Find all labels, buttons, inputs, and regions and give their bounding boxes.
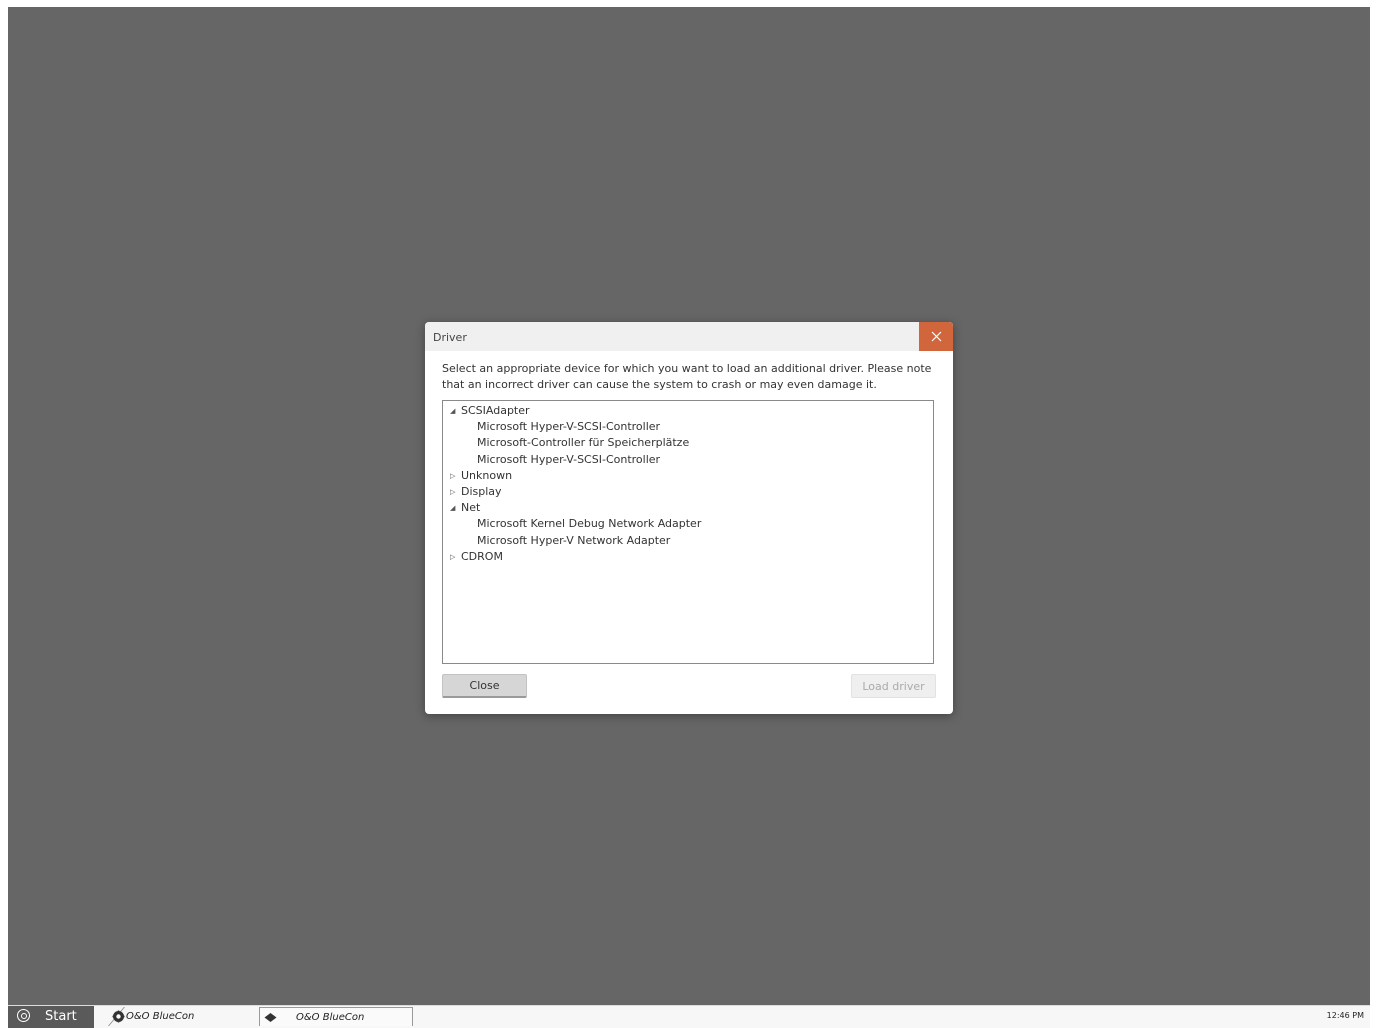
taskbar-clock: 12:46 PM [1326,1011,1364,1020]
tree-category[interactable]: ◢ Net [443,500,933,516]
taskbar-item-label: O&O BlueCon [126,1011,195,1022]
dialog-titlebar: Driver [425,322,953,351]
tree-item-label: Microsoft Hyper-V-SCSI-Controller [477,452,661,466]
tree-item-label: Microsoft Kernel Debug Network Adapter [477,517,702,531]
tree-item-label: Microsoft-Controller für Speicherplätze [477,436,690,450]
dialog-title: Driver [433,331,467,344]
tree-device[interactable]: Microsoft Hyper-V Network Adapter [443,533,933,549]
collapsed-arrow-icon[interactable]: ▷ [450,484,460,500]
tree-category[interactable]: ▷ CDROM [443,549,933,565]
tree-device[interactable]: Microsoft Hyper-V-SCSI-Controller [443,452,933,468]
tree-category[interactable]: ◢ SCSIAdapter [443,403,933,419]
tree-item-label: Microsoft Hyper-V-SCSI-Controller [477,420,661,434]
tree-category[interactable]: ▷ Display [443,484,933,500]
collapsed-arrow-icon[interactable]: ▷ [450,549,460,565]
close-button[interactable]: Close [442,674,527,698]
tree-item-label: Display [461,484,502,498]
tree-category[interactable]: ▷ Unknown [443,468,933,484]
bluecon-gear-icon [112,1010,125,1023]
tree-device[interactable]: Microsoft-Controller für Speicherplätze [443,435,933,451]
start-icon [17,1009,30,1022]
tree-device[interactable]: Microsoft Kernel Debug Network Adapter [443,516,933,532]
dialog-description: Select an appropriate device for which y… [442,362,932,391]
load-driver-button[interactable]: Load driver [851,674,936,698]
close-icon [931,331,941,342]
tree-item-label: Microsoft Hyper-V Network Adapter [477,533,671,547]
tree-item-label: Net [461,501,481,515]
bluecon-diamond-icon [264,1013,277,1022]
collapsed-arrow-icon[interactable]: ▷ [450,468,460,484]
tree-item-label: SCSIAdapter [461,404,530,417]
tree-device[interactable]: Microsoft Hyper-V-SCSI-Controller [443,419,933,435]
expanded-arrow-icon[interactable]: ◢ [450,500,460,516]
dialog-close-button[interactable] [919,322,953,351]
expanded-arrow-icon[interactable]: ◢ [450,403,460,419]
taskbar-item-bluecon-1[interactable]: O&O BlueCon [88,1007,258,1026]
start-label: Start [45,1009,77,1024]
device-tree[interactable]: ◢ SCSIAdapter Microsoft Hyper-V-SCSI-Contr… [442,400,934,664]
start-button[interactable]: Start [8,1006,94,1028]
tree-item-label: CDROM [461,549,503,563]
taskbar-item-bluecon-2[interactable]: O&O BlueCon [259,1007,413,1026]
taskbar-item-label: O&O BlueCon [296,1011,365,1023]
driver-dialog: Driver Select an appropriate device for … [425,322,953,714]
taskbar: Start O&O BlueCon O&O BlueCon 12:46 PM [8,1005,1370,1028]
tree-item-label: Unknown [461,468,513,482]
